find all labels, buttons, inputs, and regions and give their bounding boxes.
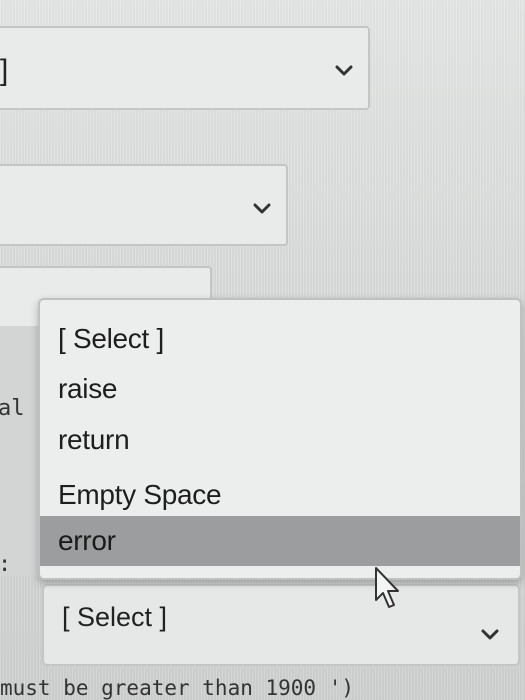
select-field-bottom[interactable]: [ Select ] — [42, 584, 520, 666]
select-field-2[interactable] — [0, 164, 288, 246]
validation-hint: must be greater than 1900 ') — [0, 676, 355, 700]
dropdown-list: [ Select ] raise return Empty Space erro… — [38, 298, 522, 580]
dropdown-option-return[interactable]: return — [40, 415, 520, 465]
chevron-down-icon — [481, 629, 499, 640]
dropdown-option-error[interactable]: error — [40, 516, 520, 566]
select-field-1[interactable]: ] — [0, 26, 370, 110]
dropdown-option-raise[interactable]: raise — [40, 364, 520, 414]
side-colon: : — [0, 552, 11, 577]
screen: ] al : [ Select ] raise return Empty Spa… — [0, 0, 525, 700]
select-bottom-value: [ Select ] — [62, 602, 168, 632]
chevron-down-icon — [253, 203, 271, 214]
select-1-value-fragment: ] — [0, 54, 9, 87]
chevron-down-icon — [335, 65, 353, 76]
mouse-cursor-icon — [375, 567, 399, 608]
side-label-fragment: al — [0, 396, 25, 421]
dropdown-option-empty-space[interactable]: Empty Space — [40, 470, 520, 520]
dropdown-option-select[interactable]: [ Select ] — [40, 314, 520, 364]
